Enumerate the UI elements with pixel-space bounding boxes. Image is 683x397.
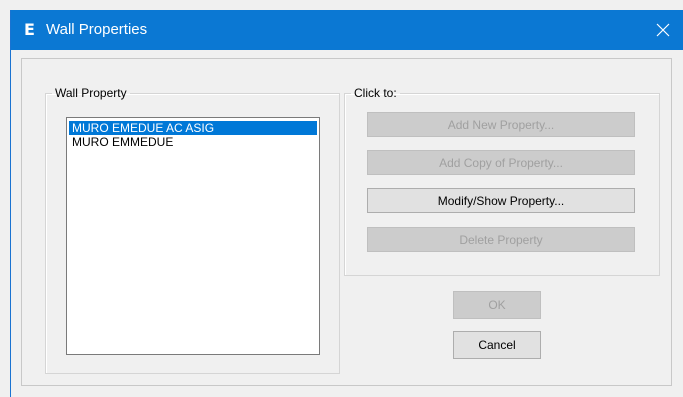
app-logo-icon: E <box>24 20 35 39</box>
wall-property-legend: Wall Property <box>55 86 127 100</box>
wall-properties-dialog: E Wall Properties Wall Property Click to… <box>10 10 683 397</box>
close-icon <box>656 23 670 37</box>
wall-property-list[interactable]: MURO EMEDUE AC ASIG MURO EMMEDUE <box>66 117 320 355</box>
window-title: Wall Properties <box>46 21 148 38</box>
cancel-button[interactable]: Cancel <box>453 331 541 359</box>
close-button[interactable] <box>642 10 683 50</box>
list-item[interactable]: MURO EMEDUE AC ASIG <box>69 121 317 135</box>
ok-button[interactable]: OK <box>453 291 541 319</box>
modify-show-property-button[interactable]: Modify/Show Property... <box>367 188 635 213</box>
delete-property-button[interactable]: Delete Property <box>367 227 635 252</box>
add-new-property-button[interactable]: Add New Property... <box>367 112 635 137</box>
title-bar[interactable]: E Wall Properties <box>11 10 683 50</box>
list-item[interactable]: MURO EMMEDUE <box>69 135 317 149</box>
click-to-legend: Click to: <box>354 86 397 100</box>
add-copy-of-property-button[interactable]: Add Copy of Property... <box>367 150 635 175</box>
